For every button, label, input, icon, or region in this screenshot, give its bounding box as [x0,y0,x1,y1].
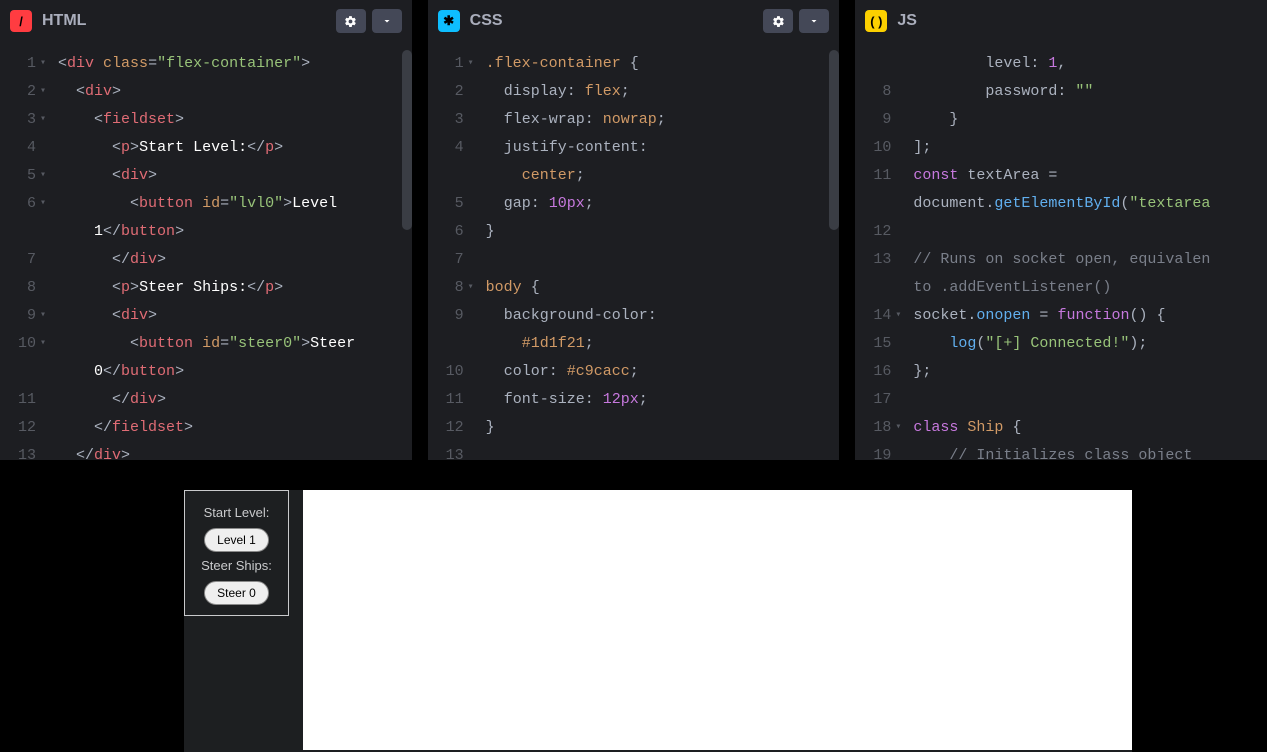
output-fieldset: Start Level: Level 1 Steer Ships: Steer … [184,490,289,616]
js-panel-header: ( ) JS [855,0,1267,42]
css-panel: ✱ CSS 1▾2345678▾910111213 .flex-containe… [428,0,840,460]
css-code[interactable]: .flex-container { display: flex; flex-wr… [472,42,840,460]
editor-panels: / HTML 1▾2▾3▾45▾6▾789▾10▾111213 <div cla… [0,0,1267,460]
html-code[interactable]: <div class="flex-container"> <div> <fiel… [44,42,412,460]
chevron-down-icon [808,15,820,27]
output-canvas [303,490,1132,750]
gear-icon [344,15,357,28]
css-gutter: 1▾2345678▾910111213 [428,42,472,460]
html-badge-icon: / [10,10,32,32]
js-panel: ( ) JS 891011121314▾15161718▾19 level: 1… [855,0,1267,460]
html-panel: / HTML 1▾2▾3▾45▾6▾789▾10▾111213 <div cla… [0,0,412,460]
css-scrollbar[interactable] [829,50,839,230]
html-gutter: 1▾2▾3▾45▾6▾789▾10▾111213 [0,42,44,460]
html-editor[interactable]: 1▾2▾3▾45▾6▾789▾10▾111213 <div class="fle… [0,42,412,460]
css-panel-title: CSS [470,12,503,30]
js-gutter: 891011121314▾15161718▾19 [855,42,899,460]
html-panel-header: / HTML [0,0,412,42]
output-area: Start Level: Level 1 Steer Ships: Steer … [0,460,1267,752]
js-panel-title: JS [897,12,917,30]
js-badge-icon: ( ) [865,10,887,32]
css-panel-header: ✱ CSS [428,0,840,42]
html-panel-title: HTML [42,12,86,30]
steer-button[interactable]: Steer 0 [204,581,269,605]
html-expand-button[interactable] [372,9,402,33]
steer-ships-label: Steer Ships: [195,558,278,573]
html-settings-button[interactable] [336,9,366,33]
chevron-down-icon [381,15,393,27]
js-code[interactable]: level: 1, password: "" }];const textArea… [899,42,1267,460]
level-button[interactable]: Level 1 [204,528,269,552]
js-editor[interactable]: 891011121314▾15161718▾19 level: 1, passw… [855,42,1267,460]
start-level-label: Start Level: [195,505,278,520]
css-expand-button[interactable] [799,9,829,33]
gear-icon [772,15,785,28]
css-badge-icon: ✱ [438,10,460,32]
css-editor[interactable]: 1▾2345678▾910111213 .flex-container { di… [428,42,840,460]
html-scrollbar[interactable] [402,50,412,230]
css-settings-button[interactable] [763,9,793,33]
output-frame: Start Level: Level 1 Steer Ships: Steer … [184,490,1132,752]
